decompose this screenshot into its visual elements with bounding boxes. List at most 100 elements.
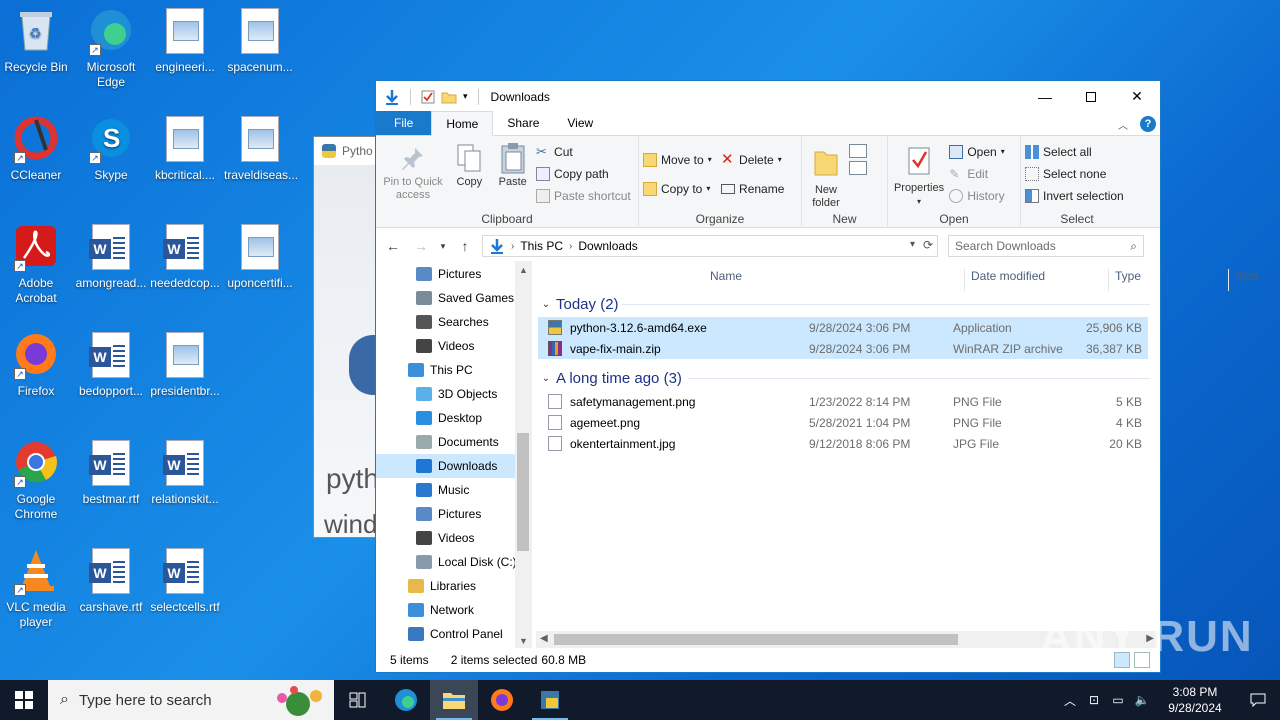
pin-quick-access-button[interactable]: Pin to Quick access	[380, 140, 446, 204]
collapse-ribbon-icon[interactable]: ︿	[1118, 117, 1128, 132]
desktop-icon[interactable]: Wbedopport...	[75, 332, 147, 399]
desktop-icon[interactable]: Wbestmar.rtf	[75, 440, 147, 507]
address-bar[interactable]: › This PC › Downloads ▾ ⟳	[482, 235, 938, 257]
desktop-icon[interactable]: ↗ CCleaner	[0, 116, 72, 183]
notification-button[interactable]	[1236, 692, 1280, 708]
desktop-icon[interactable]: kbcritical....	[149, 116, 221, 183]
refresh-icon[interactable]: ⟳	[923, 238, 933, 252]
column-date-modified[interactable]: Date modified	[971, 269, 1045, 283]
select-all-button[interactable]: Select all	[1025, 142, 1124, 161]
desktop-icon[interactable]: ↗ Adobe Acrobat	[0, 224, 72, 306]
nav-scrollbar[interactable]: ▲ ▼	[515, 261, 532, 648]
file-hscroll-thumb[interactable]	[554, 634, 958, 645]
edit-button[interactable]: ✎ Edit	[949, 164, 1004, 183]
new-item-icon[interactable]	[849, 144, 868, 158]
paste-shortcut-button[interactable]: Paste shortcut	[536, 186, 631, 205]
maximize-button[interactable]	[1068, 81, 1114, 112]
nav-item[interactable]: Control Panel	[376, 622, 515, 646]
tab-home[interactable]: Home	[431, 111, 494, 136]
up-arrow-icon[interactable]: ↑	[454, 238, 476, 254]
desktop-icon[interactable]: Wcarshave.rtf	[75, 548, 147, 615]
properties-check-icon[interactable]	[421, 90, 435, 104]
nav-item[interactable]: Downloads	[376, 454, 515, 478]
nav-item[interactable]: Documents	[376, 430, 532, 454]
breadcrumb-chevron-icon[interactable]: ›	[569, 241, 572, 252]
file-group-header[interactable]: ⌄ A long time ago (3)	[538, 365, 1160, 391]
file-row[interactable]: agemeet.png 5/28/2021 1:04 PM PNG File 4 KB	[538, 412, 1148, 433]
scroll-up-icon[interactable]: ▲	[515, 265, 532, 275]
network-status-icon[interactable]: ⊡	[1082, 693, 1106, 707]
breadcrumb-chevron-icon[interactable]: ›	[511, 241, 514, 252]
file-row[interactable]: vape-fix-main.zip 9/28/2024 3:06 PM WinRAR…	[538, 338, 1148, 359]
move-to-button[interactable]: Move to ▾	[643, 150, 712, 169]
nav-item[interactable]: Saved Games	[376, 286, 532, 310]
desktop-icon[interactable]: uponcertifi...	[224, 224, 296, 291]
address-dropdown-icon[interactable]: ▾	[910, 239, 915, 250]
file-group-header[interactable]: ⌄ Today (2)	[538, 291, 1160, 317]
desktop-icon[interactable]: traveldiseas...	[224, 116, 298, 183]
nav-item[interactable]: Videos	[376, 526, 532, 550]
nav-item[interactable]: Local Disk (C:)	[376, 550, 532, 574]
desktop-icon[interactable]: ↗ Google Chrome	[0, 440, 72, 522]
recent-locations-icon[interactable]: ▾	[438, 241, 448, 252]
forward-arrow-icon[interactable]: →	[410, 238, 432, 254]
taskbar-search-box[interactable]: ⌕ Type here to search	[48, 680, 334, 720]
desktop-icon[interactable]: spacenum...	[224, 8, 296, 75]
nav-item[interactable]: Libraries	[376, 574, 532, 598]
delete-button[interactable]: ✕ Delete ▾	[721, 150, 784, 169]
cut-button[interactable]: ✂ Cut	[536, 142, 631, 161]
file-row[interactable]: python-3.12.6-amd64.exe 9/28/2024 3:06 PM…	[538, 317, 1148, 338]
desktop-icon[interactable]: S ↗ Skype	[75, 116, 147, 183]
breadcrumb-downloads[interactable]: Downloads	[578, 239, 637, 253]
customize-quick-access-icon[interactable]: ▾	[463, 91, 468, 102]
nav-item[interactable]: 3D Objects	[376, 382, 532, 406]
nav-item[interactable]: Searches	[376, 310, 532, 334]
help-icon[interactable]: ?	[1140, 116, 1156, 132]
desktop-icon[interactable]: presidentbr...	[149, 332, 221, 399]
close-button[interactable]: ✕	[1114, 81, 1160, 112]
taskbar-edge[interactable]	[382, 680, 430, 720]
taskbar-file-explorer[interactable]	[430, 680, 478, 720]
volume-icon[interactable]: 🔈	[1130, 693, 1154, 707]
tab-file[interactable]: File	[376, 111, 432, 135]
nav-scroll-thumb[interactable]	[517, 433, 529, 551]
copy-button[interactable]: Copy	[449, 140, 489, 191]
start-button[interactable]	[0, 680, 48, 720]
scroll-left-icon[interactable]: ◀	[540, 633, 548, 644]
breadcrumb-this-pc[interactable]: This PC	[520, 239, 563, 253]
easy-access-icon[interactable]	[849, 161, 868, 175]
desktop-icon[interactable]: engineeri...	[149, 8, 221, 75]
back-arrow-icon[interactable]: ←	[382, 238, 404, 254]
network-icon[interactable]: ▭	[1106, 693, 1130, 707]
show-hidden-icons-icon[interactable]: ︿	[1058, 692, 1082, 709]
taskbar-python-installer[interactable]	[526, 680, 574, 720]
new-folder-icon[interactable]	[441, 90, 457, 104]
nav-item[interactable]: Desktop	[376, 406, 532, 430]
copy-to-button[interactable]: Copy to ▾	[643, 179, 712, 198]
desktop-icon[interactable]: Wneededcop...	[149, 224, 221, 291]
desktop-icon[interactable]: Wrelationskit...	[149, 440, 221, 507]
file-row[interactable]: okentertainment.jpg 9/12/2018 8:06 PM JPG …	[538, 433, 1148, 454]
tab-view[interactable]: View	[553, 111, 607, 135]
file-row[interactable]: safetymanagement.png 1/23/2022 8:14 PM PNG…	[538, 391, 1148, 412]
clock[interactable]: 3:08 PM 9/28/2024	[1154, 684, 1236, 716]
title-bar[interactable]: ▾ Downloads — ✕	[376, 81, 1160, 112]
desktop-icon[interactable]: ↗ VLC media player	[0, 548, 72, 630]
desktop-icon[interactable]: ↗ Microsoft Edge	[75, 8, 147, 90]
new-folder-button[interactable]: New folder	[806, 140, 846, 212]
down-arrow-icon[interactable]	[384, 89, 400, 105]
tab-share[interactable]: Share	[493, 111, 553, 135]
python-installer-window[interactable]: Pytho pyth wind	[313, 136, 383, 538]
history-button[interactable]: History	[949, 186, 1005, 205]
paste-button[interactable]: Paste	[493, 140, 533, 191]
minimize-button[interactable]: —	[1022, 81, 1068, 112]
desktop-icon[interactable]: ↗ Firefox	[0, 332, 72, 399]
open-button[interactable]: Open ▾	[949, 142, 1005, 161]
search-box[interactable]: ⌕	[948, 235, 1144, 257]
group-collapse-icon[interactable]: ⌄	[538, 373, 554, 384]
taskbar-firefox[interactable]	[478, 680, 526, 720]
properties-button[interactable]: Properties ▾	[892, 140, 946, 210]
task-view-button[interactable]	[334, 680, 382, 720]
column-size[interactable]: Size	[1235, 269, 1258, 283]
invert-selection-button[interactable]: Invert selection	[1025, 186, 1124, 205]
